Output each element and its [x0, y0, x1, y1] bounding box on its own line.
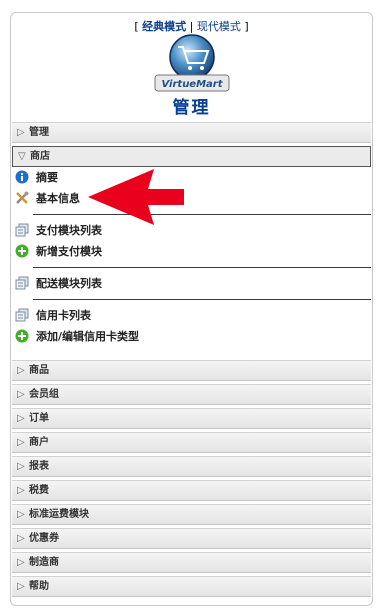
chevron-right-icon: ▷	[17, 437, 25, 448]
section-label: 商品	[29, 365, 49, 376]
section-label: 制造商	[29, 557, 59, 568]
store-item-summary[interactable]: 摘要	[15, 169, 58, 187]
store-item-shipping-list[interactable]: 配送模块列表	[15, 275, 102, 293]
mode-divider: |	[189, 20, 194, 33]
section-coupons[interactable]: ▷ 优惠券	[12, 528, 371, 549]
list-icon	[15, 276, 29, 290]
mode-switch: [ 经典模式 | 现代模式 ]	[11, 18, 372, 34]
section-reports[interactable]: ▷ 报表	[12, 456, 371, 477]
logo-text: VirtueMart	[161, 79, 223, 90]
bracket-close: ]	[244, 20, 249, 33]
add-icon	[15, 244, 29, 258]
section-member-groups[interactable]: ▷ 会员组	[12, 384, 371, 405]
chevron-right-icon: ▷	[17, 461, 25, 472]
info-icon	[15, 170, 29, 184]
section-help[interactable]: ▷ 帮助	[12, 576, 371, 597]
section-tax[interactable]: ▷ 税费	[12, 480, 371, 501]
section-label: 标准运费模块	[29, 509, 89, 520]
section-label: 订单	[29, 413, 49, 424]
chevron-right-icon: ▷	[17, 509, 25, 520]
section-store[interactable]: ▽ 商店	[12, 146, 371, 167]
section-orders[interactable]: ▷ 订单	[12, 408, 371, 429]
chevron-right-icon: ▷	[17, 389, 25, 400]
chevron-down-icon: ▽	[18, 151, 26, 162]
store-item-add-payment[interactable]: 新增支付模块	[15, 243, 102, 261]
section-label: 会员组	[29, 389, 59, 400]
section-label: 帮助	[29, 581, 49, 592]
red-arrow-annotation	[88, 169, 184, 225]
section-label: 报表	[29, 461, 49, 472]
section-manufacturers[interactable]: ▷ 制造商	[12, 552, 371, 573]
chevron-right-icon: ▷	[17, 557, 25, 568]
divider	[33, 214, 371, 215]
modern-mode-link[interactable]: 现代模式	[197, 20, 241, 33]
store-item-basic-info[interactable]: 基本信息	[15, 190, 80, 208]
page-title: 管理	[172, 98, 211, 118]
section-label: 优惠券	[29, 533, 59, 544]
section-label: 管理	[29, 127, 49, 138]
section-standard-shipping[interactable]: ▷ 标准运费模块	[12, 504, 371, 525]
chevron-right-icon: ▷	[17, 127, 25, 138]
section-products[interactable]: ▷ 商品	[12, 360, 371, 381]
chevron-right-icon: ▷	[17, 365, 25, 376]
bracket-open: [	[134, 20, 139, 33]
store-item-add-creditcard[interactable]: 添加/编辑信用卡类型	[15, 328, 139, 346]
list-icon	[15, 308, 29, 322]
divider	[33, 267, 371, 268]
chevron-right-icon: ▷	[17, 533, 25, 544]
chevron-right-icon: ▷	[17, 485, 25, 496]
section-admin[interactable]: ▷ 管理	[12, 122, 371, 143]
divider	[33, 299, 371, 300]
add-icon	[15, 329, 29, 343]
chevron-right-icon: ▷	[17, 581, 25, 592]
admin-panel: [ 经典模式 | 现代模式 ] VirtueMart 管理 ▷ 管理 ▽ 商店 摘要…	[10, 12, 373, 606]
list-icon	[15, 223, 29, 237]
section-label: 税费	[29, 485, 49, 496]
section-label: 商户	[29, 437, 49, 448]
tools-icon	[16, 191, 29, 204]
store-item-creditcard-list[interactable]: 信用卡列表	[15, 307, 91, 325]
section-vendors[interactable]: ▷ 商户	[12, 432, 371, 453]
classic-mode-link[interactable]: 经典模式	[142, 20, 186, 33]
chevron-right-icon: ▷	[17, 413, 25, 424]
section-label: 商店	[30, 151, 50, 162]
